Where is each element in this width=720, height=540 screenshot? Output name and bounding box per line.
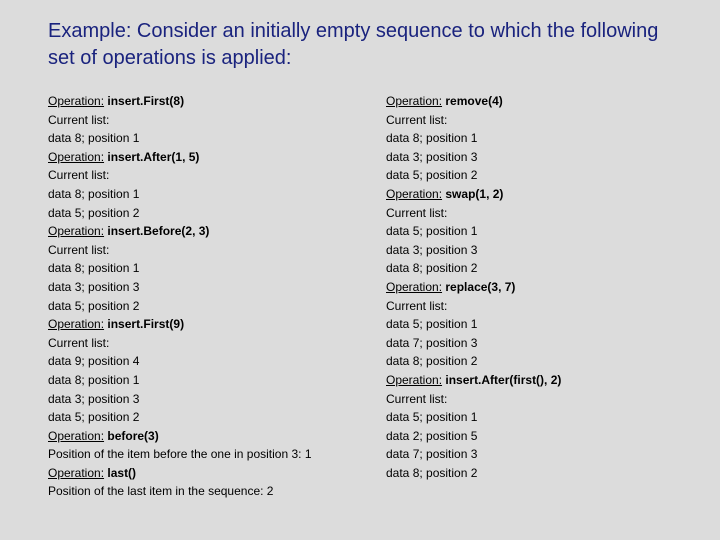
operation-value: insert.First(8) — [104, 94, 184, 108]
operation-line: Operation: insert.First(9) — [48, 315, 346, 334]
text-line: data 8; position 1 — [48, 371, 346, 390]
operation-label: Operation: — [48, 429, 104, 443]
text-line: data 5; position 1 — [386, 408, 684, 427]
operation-label: Operation: — [48, 466, 104, 480]
text-line: data 3; position 3 — [386, 148, 684, 167]
operation-label: Operation: — [48, 317, 104, 331]
text-line: data 5; position 2 — [48, 297, 346, 316]
text-line: data 3; position 3 — [48, 390, 346, 409]
text-line: data 8; position 1 — [386, 129, 684, 148]
text-line: Current list: — [48, 241, 346, 260]
text-line: Position of the last item in the sequenc… — [48, 482, 346, 501]
content-columns: Operation: insert.First(8)Current list:d… — [48, 92, 684, 501]
operation-line: Operation: swap(1, 2) — [386, 185, 684, 204]
text-line: data 3; position 3 — [48, 278, 346, 297]
slide-title: Example: Consider an initially empty seq… — [48, 18, 684, 72]
operation-value: insert.After(first(), 2) — [442, 373, 561, 387]
operation-line: Operation: insert.First(8) — [48, 92, 346, 111]
operation-line: Operation: remove(4) — [386, 92, 684, 111]
operation-line: Operation: last() — [48, 464, 346, 483]
operation-line: Operation: insert.After(first(), 2) — [386, 371, 684, 390]
text-line: data 5; position 2 — [48, 204, 346, 223]
operation-value: replace(3, 7) — [442, 280, 515, 294]
text-line: Current list: — [48, 334, 346, 353]
text-line: data 7; position 3 — [386, 334, 684, 353]
text-line: data 8; position 2 — [386, 464, 684, 483]
operation-label: Operation: — [386, 280, 442, 294]
operation-line: Operation: insert.Before(2, 3) — [48, 222, 346, 241]
operation-line: Operation: replace(3, 7) — [386, 278, 684, 297]
operation-value: swap(1, 2) — [442, 187, 503, 201]
text-line: Current list: — [386, 111, 684, 130]
text-line: Current list: — [386, 297, 684, 316]
text-line: data 7; position 3 — [386, 445, 684, 464]
text-line: data 8; position 1 — [48, 259, 346, 278]
left-column: Operation: insert.First(8)Current list:d… — [48, 92, 346, 501]
text-line: data 8; position 2 — [386, 352, 684, 371]
operation-line: Operation: before(3) — [48, 427, 346, 446]
text-line: data 5; position 2 — [48, 408, 346, 427]
operation-value: insert.First(9) — [104, 317, 184, 331]
text-line: Current list: — [386, 204, 684, 223]
operation-label: Operation: — [386, 373, 442, 387]
operation-value: insert.After(1, 5) — [104, 150, 199, 164]
text-line: data 5; position 1 — [386, 222, 684, 241]
operation-label: Operation: — [386, 94, 442, 108]
text-line: data 2; position 5 — [386, 427, 684, 446]
text-line: data 8; position 1 — [48, 129, 346, 148]
right-column: Operation: remove(4)Current list:data 8;… — [386, 92, 684, 501]
operation-value: insert.Before(2, 3) — [104, 224, 209, 238]
slide: Example: Consider an initially empty seq… — [0, 0, 720, 540]
operation-label: Operation: — [48, 150, 104, 164]
text-line: Current list: — [48, 111, 346, 130]
operation-label: Operation: — [48, 94, 104, 108]
text-line: data 5; position 1 — [386, 315, 684, 334]
text-line: data 8; position 2 — [386, 259, 684, 278]
text-line: data 5; position 2 — [386, 166, 684, 185]
text-line: data 3; position 3 — [386, 241, 684, 260]
operation-value: before(3) — [104, 429, 159, 443]
text-line: data 8; position 1 — [48, 185, 346, 204]
operation-label: Operation: — [386, 187, 442, 201]
operation-label: Operation: — [48, 224, 104, 238]
operation-value: last() — [104, 466, 136, 480]
text-line: data 9; position 4 — [48, 352, 346, 371]
text-line: Current list: — [386, 390, 684, 409]
operation-line: Operation: insert.After(1, 5) — [48, 148, 346, 167]
text-line: Current list: — [48, 166, 346, 185]
operation-value: remove(4) — [442, 94, 503, 108]
text-line: Position of the item before the one in p… — [48, 445, 346, 464]
